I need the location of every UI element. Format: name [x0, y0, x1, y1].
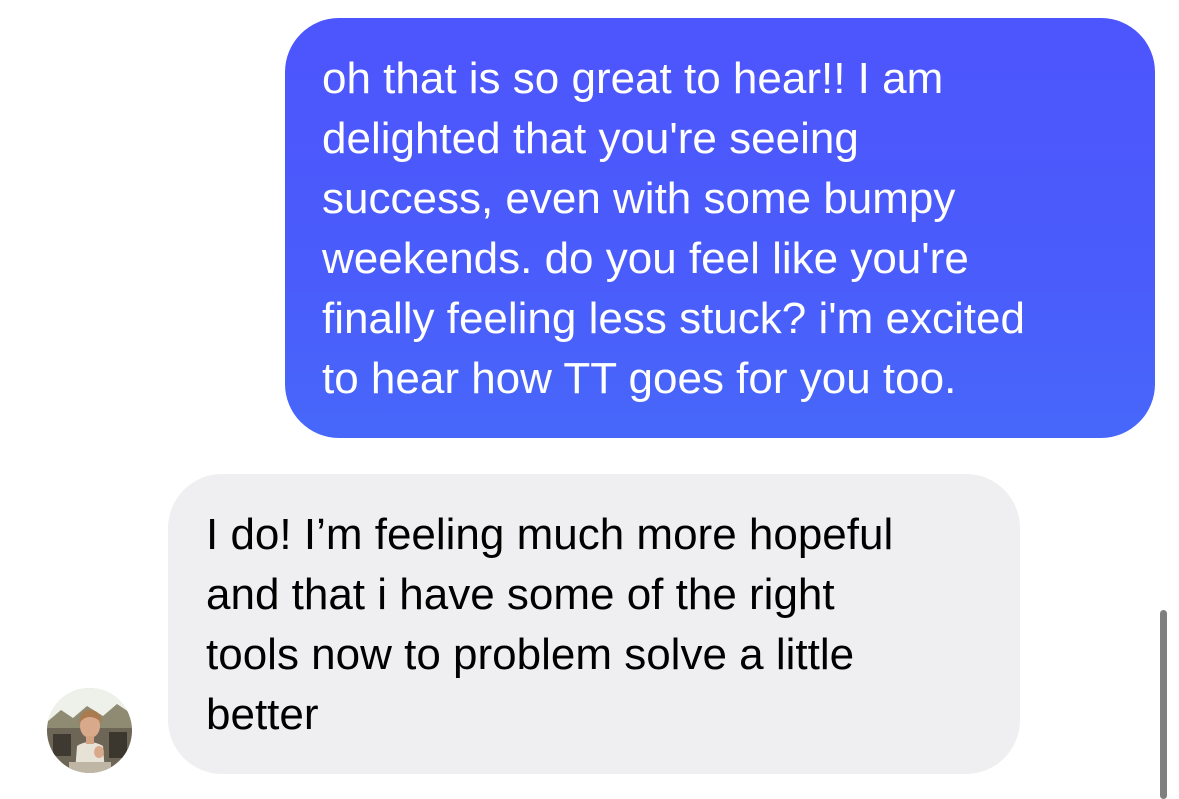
received-message-bubble[interactable]: I do! I’m feeling much more hopeful and … [168, 474, 1020, 774]
contact-avatar[interactable] [47, 688, 132, 773]
message-thread[interactable]: oh that is so great to hear!! I am delig… [0, 0, 1179, 799]
user-photo-avatar-icon [47, 688, 132, 773]
sent-message-bubble[interactable]: oh that is so great to hear!! I am delig… [285, 18, 1155, 438]
scrollbar-thumb[interactable] [1160, 610, 1167, 799]
